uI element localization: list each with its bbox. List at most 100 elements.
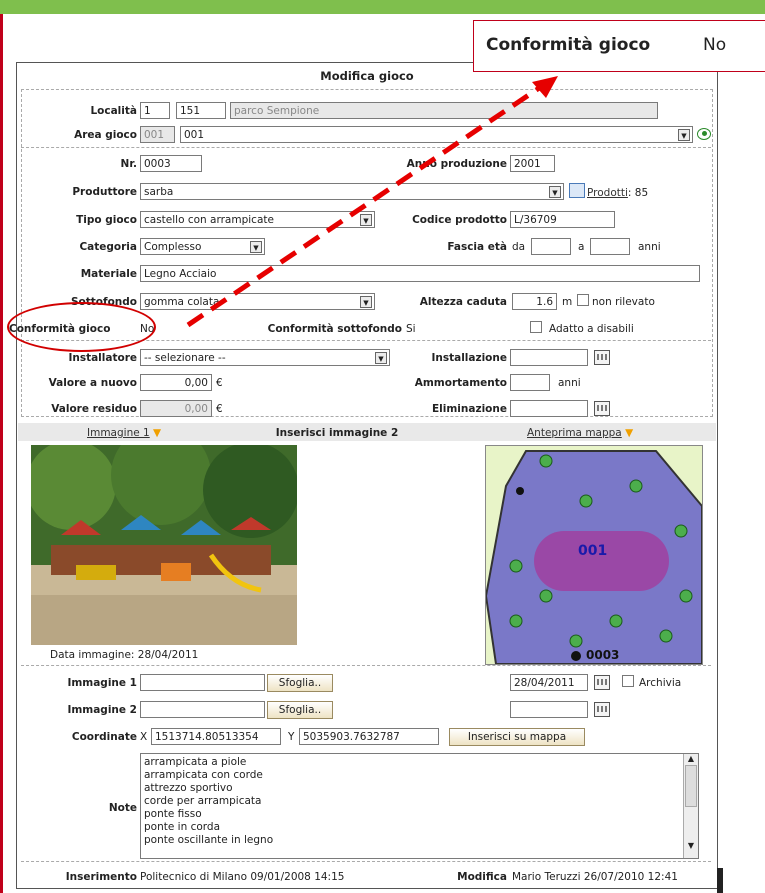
- prodotti-link[interactable]: Prodotti: [587, 187, 628, 199]
- area-code-field: 001: [140, 126, 175, 143]
- fascia-da-field[interactable]: [531, 238, 571, 255]
- modifica-value: Mario Teruzzi 26/07/2010 12:41: [512, 871, 678, 883]
- installatore-select[interactable]: -- selezionare -- ▼: [140, 349, 390, 366]
- localita-num1-field[interactable]: 1: [140, 102, 170, 119]
- sfoglia1-button[interactable]: Sfoglia..: [267, 674, 333, 692]
- chevron-down-icon: ▼: [360, 214, 372, 226]
- archivia-checkbox[interactable]: [622, 675, 634, 687]
- left-border: [0, 14, 3, 893]
- calendar-icon[interactable]: [594, 401, 610, 416]
- note-scrollbar[interactable]: ▲ ▼: [683, 754, 698, 858]
- immagine1-label: Immagine 1: [67, 677, 137, 689]
- note-textarea[interactable]: arrampicata a piole arrampicata con corde…: [140, 753, 699, 859]
- valore-residuo-field: 0,00: [140, 400, 212, 417]
- fascia-eta-label: Fascia età: [447, 241, 507, 253]
- adatto-disabili-label: Adatto a disabili: [549, 323, 634, 335]
- chevron-down-icon: ▼: [549, 186, 561, 198]
- categoria-value: Complesso: [144, 241, 202, 253]
- fascia-a-text: a: [578, 241, 585, 253]
- prodotti-info: Prodotti: 85: [587, 187, 648, 199]
- categoria-select[interactable]: Complesso ▼: [140, 238, 265, 255]
- adatto-disabili-checkbox[interactable]: [530, 321, 542, 333]
- tipo-gioco-select[interactable]: castello con arrampicate ▼: [140, 211, 375, 228]
- inserisci-su-mappa-button[interactable]: Inserisci su mappa: [449, 728, 585, 746]
- note-line: corde per arrampicata: [144, 795, 262, 807]
- note-line: arrampicata con corde: [144, 769, 263, 781]
- eye-icon[interactable]: [697, 128, 711, 140]
- area-gioco-select[interactable]: 001 ▼: [180, 126, 693, 143]
- chevron-down-icon: ▼: [678, 129, 690, 141]
- callout-label: Conformità gioco: [486, 35, 651, 55]
- separator: [21, 147, 711, 148]
- chevron-down-icon: ▼: [375, 352, 387, 364]
- localita-label: Località: [90, 105, 137, 117]
- scroll-thumb[interactable]: [685, 765, 697, 807]
- note-line: attrezzo sportivo: [144, 782, 233, 794]
- immagine2-label: Immagine 2: [67, 704, 137, 716]
- inserisci-immagine2-link[interactable]: Inserisci immagine 2: [247, 427, 427, 439]
- valore-nuovo-label: Valore a nuovo: [48, 377, 137, 389]
- immagine2-file-field[interactable]: [140, 701, 265, 718]
- sfoglia2-button[interactable]: Sfoglia..: [267, 701, 333, 719]
- eliminazione-field[interactable]: [510, 400, 588, 417]
- anno-produzione-field[interactable]: 2001: [510, 155, 555, 172]
- valore-residuo-label: Valore residuo: [51, 403, 137, 415]
- altezza-caduta-field[interactable]: 1.6: [512, 293, 557, 310]
- data-immagine: Data immagine: 28/04/2011: [50, 649, 199, 661]
- note-line: ponte oscillante in legno: [144, 834, 274, 846]
- produttore-select[interactable]: sarba ▼: [140, 183, 564, 200]
- localita-num2-field[interactable]: 151: [176, 102, 226, 119]
- installatore-value: -- selezionare --: [144, 352, 226, 364]
- immagine1-header[interactable]: Immagine 1 ▼: [87, 427, 161, 439]
- coord-y-field[interactable]: 5035903.7632787: [299, 728, 439, 745]
- codice-prodotto-label: Codice prodotto: [412, 214, 507, 226]
- conformita-sottofondo-value: Si: [406, 323, 416, 335]
- toggle-arrow-icon[interactable]: ▼: [625, 427, 633, 439]
- note-line: ponte in corda: [144, 821, 220, 833]
- valore-nuovo-field[interactable]: 0,00: [140, 374, 212, 391]
- ammortamento-label: Ammortamento: [414, 377, 507, 389]
- immagine2-date-field[interactable]: [510, 701, 588, 718]
- ammortamento-field[interactable]: [510, 374, 550, 391]
- scroll-down-icon[interactable]: ▼: [684, 841, 698, 850]
- map-item-label: 0003: [586, 648, 620, 662]
- toggle-arrow-icon[interactable]: ▼: [153, 427, 161, 439]
- sottofondo-select[interactable]: gomma colata ▼: [140, 293, 375, 310]
- installazione-label: Installazione: [431, 352, 507, 364]
- immagine1-file-field[interactable]: [140, 674, 265, 691]
- calendar-icon[interactable]: [594, 702, 610, 717]
- installatore-label: Installatore: [68, 352, 137, 364]
- scroll-up-icon[interactable]: ▲: [684, 754, 698, 763]
- eliminazione-label: Eliminazione: [432, 403, 507, 415]
- area-gioco-value: 001: [184, 129, 205, 141]
- anteprima-link[interactable]: Anteprima mappa: [527, 427, 622, 439]
- materiale-field[interactable]: Legno Acciaio: [140, 265, 700, 282]
- installazione-field[interactable]: [510, 349, 588, 366]
- modifica-label: Modifica: [457, 871, 507, 883]
- callout-box: Conformità gioco No: [473, 20, 765, 72]
- map-preview[interactable]: 001 0003: [485, 445, 703, 665]
- coord-y-label: Y: [288, 731, 295, 743]
- valore-nuovo-unit: €: [216, 377, 223, 389]
- map-area-label: 001: [578, 543, 608, 559]
- tipo-gioco-label: Tipo gioco: [76, 214, 137, 226]
- coordinate-label: Coordinate: [71, 731, 137, 743]
- non-rilevato-checkbox[interactable]: [577, 294, 589, 306]
- inserimento-value: Politecnico di Milano 09/01/2008 14:15: [140, 871, 345, 883]
- nr-field[interactable]: 0003: [140, 155, 202, 172]
- fascia-da-text: da: [512, 241, 526, 253]
- immagine1-date-field[interactable]: 28/04/2011: [510, 674, 588, 691]
- coord-x-label: X: [140, 731, 148, 743]
- calendar-icon[interactable]: [594, 350, 610, 365]
- immagine1-link[interactable]: Immagine 1: [87, 427, 150, 439]
- codice-prodotto-field[interactable]: L/36709: [510, 211, 615, 228]
- note-line: ponte fisso: [144, 808, 202, 820]
- list-icon[interactable]: [569, 183, 585, 198]
- calendar-icon[interactable]: [594, 675, 610, 690]
- produttore-value: sarba: [144, 186, 174, 198]
- top-bar: [0, 0, 765, 14]
- conformita-sottofondo-label: Conformità sottofondo: [267, 323, 402, 335]
- coord-x-field[interactable]: 1513714.80513354: [151, 728, 281, 745]
- anteprima-header[interactable]: Anteprima mappa ▼: [527, 427, 633, 439]
- fascia-a-field[interactable]: [590, 238, 630, 255]
